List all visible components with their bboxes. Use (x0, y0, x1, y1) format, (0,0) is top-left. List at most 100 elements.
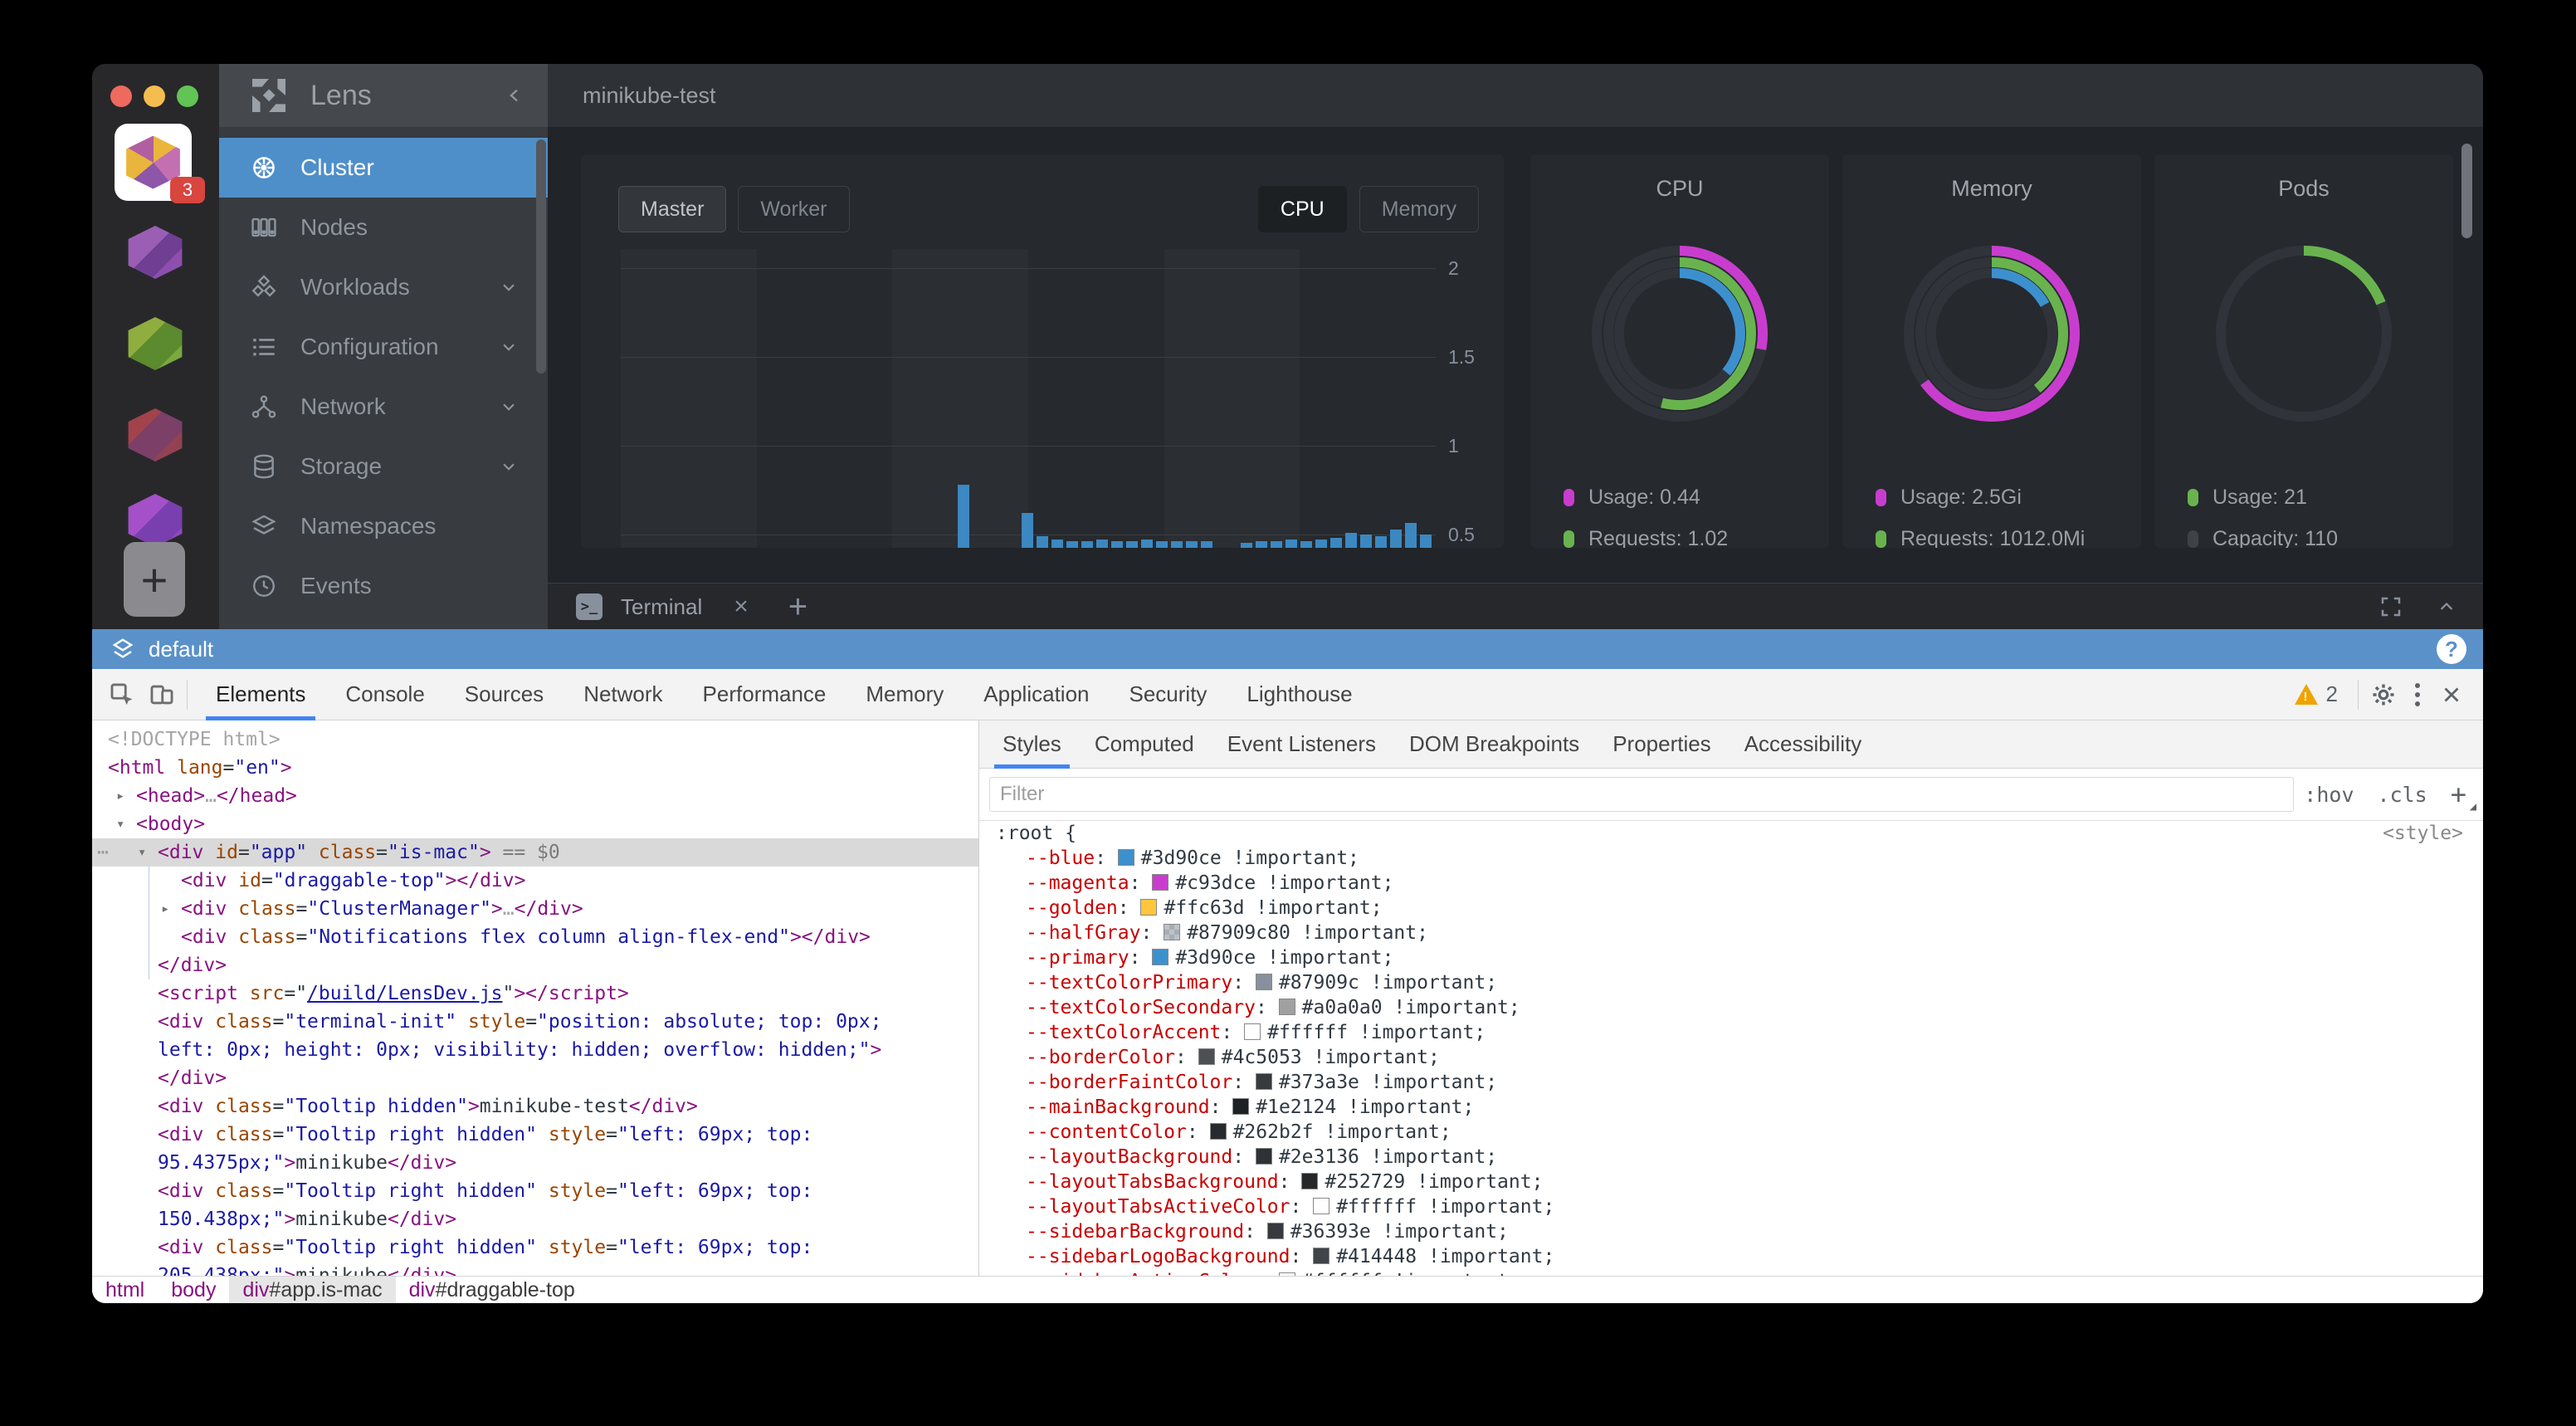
css-property-name[interactable]: --sidebarBackground (1026, 1221, 1244, 1243)
css-property-row[interactable]: --sidebarLogoBackground: #414448 !import… (979, 1244, 2483, 1269)
css-property-row[interactable]: --sidebarBackground: #36393e !important; (979, 1219, 2483, 1244)
color-swatch[interactable] (1244, 1023, 1261, 1040)
css-property-row[interactable]: --blue: #3d90ce !important; (979, 846, 2483, 871)
tab-security[interactable]: Security (1110, 669, 1227, 720)
terminal-collapse-icon[interactable] (2435, 595, 2458, 618)
css-property-value[interactable]: #c93dce !important; (1175, 872, 1393, 894)
color-swatch[interactable] (1267, 1223, 1284, 1239)
dom-tree-row[interactable]: <div class="Tooltip right hidden" style=… (92, 1121, 978, 1149)
tab-sources[interactable]: Sources (445, 669, 564, 720)
cluster-tile[interactable] (125, 494, 185, 547)
inspect-element-icon[interactable] (105, 678, 139, 711)
tab-lighthouse[interactable]: Lighthouse (1227, 669, 1372, 720)
css-property-name[interactable]: --magenta (1026, 872, 1129, 894)
styles-filter-input[interactable] (989, 777, 2294, 812)
css-property-name[interactable]: --borderColor (1026, 1047, 1175, 1068)
css-property-row[interactable]: --textColorAccent: #ffffff !important; (979, 1020, 2483, 1045)
css-property-value[interactable]: #87909c !important; (1279, 972, 1497, 994)
css-property-value[interactable]: #414448 !important; (1336, 1246, 1554, 1267)
add-cluster-button[interactable]: + (124, 542, 185, 617)
node-tab-worker[interactable]: Worker (738, 186, 849, 232)
color-swatch[interactable] (1164, 924, 1180, 940)
css-property-value[interactable]: #3d90ce !important; (1141, 847, 1359, 869)
css-property-row[interactable]: --layoutTabsBackground: #252729 !importa… (979, 1170, 2483, 1194)
dom-tree-row[interactable]: <div class="Tooltip right hidden" style=… (92, 1177, 978, 1205)
breadcrumb-body[interactable]: body (158, 1277, 229, 1303)
sidebar-item-cluster[interactable]: Cluster (219, 138, 548, 198)
color-swatch[interactable] (1152, 874, 1168, 891)
chevron-down-icon[interactable] (498, 456, 520, 477)
css-property-row[interactable]: --layoutTabsActiveColor: #ffffff !import… (979, 1194, 2483, 1219)
css-property-name[interactable]: --borderFaintColor (1026, 1072, 1232, 1093)
sidebar-item-storage[interactable]: Storage (219, 437, 548, 496)
breadcrumb-div-draggable-top[interactable]: div#draggable-top (396, 1277, 588, 1303)
css-property-value[interactable]: #4c5053 !important; (1222, 1047, 1440, 1068)
tab-memory[interactable]: Memory (846, 669, 964, 720)
css-property-name[interactable]: --layoutTabsActiveColor (1026, 1196, 1290, 1218)
tree-expand-icon[interactable]: ▸ (161, 895, 169, 923)
warning-count[interactable]: 2 (2326, 681, 2338, 707)
css-property-value[interactable]: #3d90ce !important; (1175, 947, 1393, 969)
css-property-value[interactable]: #87909c80 !important; (1187, 922, 1428, 944)
dom-tree-row[interactable]: </div> (92, 1064, 978, 1092)
dom-tree-row[interactable]: </div> (92, 951, 978, 979)
css-property-row[interactable]: --halfGray: #87909c80 !important; (979, 921, 2483, 945)
css-property-value[interactable]: #373a3e !important; (1279, 1072, 1497, 1093)
color-swatch[interactable] (1152, 949, 1168, 965)
terminal-tab-label[interactable]: Terminal (621, 594, 702, 620)
styles-tab-accessibility[interactable]: Accessibility (1728, 720, 1879, 769)
color-swatch[interactable] (1313, 1248, 1329, 1264)
color-swatch[interactable] (1118, 849, 1134, 866)
cluster-tile[interactable] (125, 408, 185, 461)
css-property-row[interactable]: --mainBackground: #1e2124 !important; (979, 1095, 2483, 1120)
color-swatch[interactable] (1313, 1198, 1329, 1214)
sidebar-item-events[interactable]: Events (219, 556, 548, 616)
tab-performance[interactable]: Performance (683, 669, 846, 720)
css-property-name[interactable]: --layoutBackground (1026, 1146, 1232, 1168)
namespace-label[interactable]: default (149, 637, 213, 662)
css-property-value[interactable]: #ffffff !important; (1267, 1022, 1486, 1043)
css-property-row[interactable]: --layoutBackground: #2e3136 !important; (979, 1145, 2483, 1170)
css-property-value[interactable]: #36393e !important; (1290, 1221, 1509, 1243)
color-swatch[interactable] (1256, 1148, 1272, 1165)
sidebar-collapse-icon[interactable] (503, 84, 526, 107)
styles-tab-computed[interactable]: Computed (1078, 720, 1211, 769)
traffic-light-close[interactable] (110, 85, 132, 107)
styles-tab-event-listeners[interactable]: Event Listeners (1211, 720, 1393, 769)
dom-tree-row[interactable]: ⋯▾<div id="app" class="is-mac"> == $0 (92, 838, 978, 867)
css-property-name[interactable]: --blue (1026, 847, 1095, 869)
tree-collapse-icon[interactable]: ▾ (116, 810, 124, 838)
more-options-icon[interactable] (2400, 683, 2435, 706)
class-toggle[interactable]: .cls (2378, 783, 2427, 807)
terminal-add-icon[interactable]: + (788, 588, 807, 626)
css-property-value[interactable]: #ffffff !important; (1336, 1196, 1554, 1218)
chevron-down-icon[interactable] (498, 276, 520, 298)
css-property-row[interactable]: --borderColor: #4c5053 !important; (979, 1045, 2483, 1070)
terminal-close-icon[interactable]: × (734, 593, 749, 621)
color-swatch[interactable] (1279, 999, 1295, 1015)
tab-application[interactable]: Application (964, 669, 1109, 720)
css-property-value[interactable]: #2e3136 !important; (1279, 1146, 1497, 1168)
breadcrumb-html[interactable]: html (92, 1277, 158, 1303)
chevron-down-icon[interactable] (498, 336, 520, 358)
color-swatch[interactable] (1301, 1173, 1318, 1189)
color-swatch[interactable] (1198, 1048, 1215, 1065)
css-property-name[interactable]: --golden (1026, 897, 1118, 919)
chevron-down-icon[interactable] (498, 396, 520, 418)
metric-tab-memory[interactable]: Memory (1359, 186, 1479, 232)
css-property-row[interactable]: --primary: #3d90ce !important; (979, 945, 2483, 970)
css-property-row[interactable]: --textColorSecondary: #a0a0a0 !important… (979, 995, 2483, 1020)
row-ellipsis-icon[interactable]: ⋯ (97, 838, 110, 867)
css-property-row[interactable]: --magenta: #c93dce !important; (979, 871, 2483, 896)
dom-tree-row[interactable]: 150.438px;">minikube</div> (92, 1205, 978, 1233)
color-swatch[interactable] (1256, 1073, 1272, 1090)
dom-tree-row[interactable]: ▸<div class="ClusterManager">…</div> (92, 895, 978, 923)
css-property-row[interactable]: --contentColor: #262b2f !important; (979, 1120, 2483, 1145)
styles-tab-properties[interactable]: Properties (1596, 720, 1728, 769)
css-property-value[interactable]: #a0a0a0 !important; (1302, 997, 1520, 1018)
terminal-fullscreen-icon[interactable] (2378, 594, 2403, 619)
rule-selector[interactable]: :root { (996, 823, 1076, 844)
css-property-name[interactable]: --primary (1026, 947, 1129, 969)
sidebar-item-nodes[interactable]: Nodes (219, 198, 548, 257)
css-property-name[interactable]: --sidebarLogoBackground (1026, 1246, 1290, 1267)
